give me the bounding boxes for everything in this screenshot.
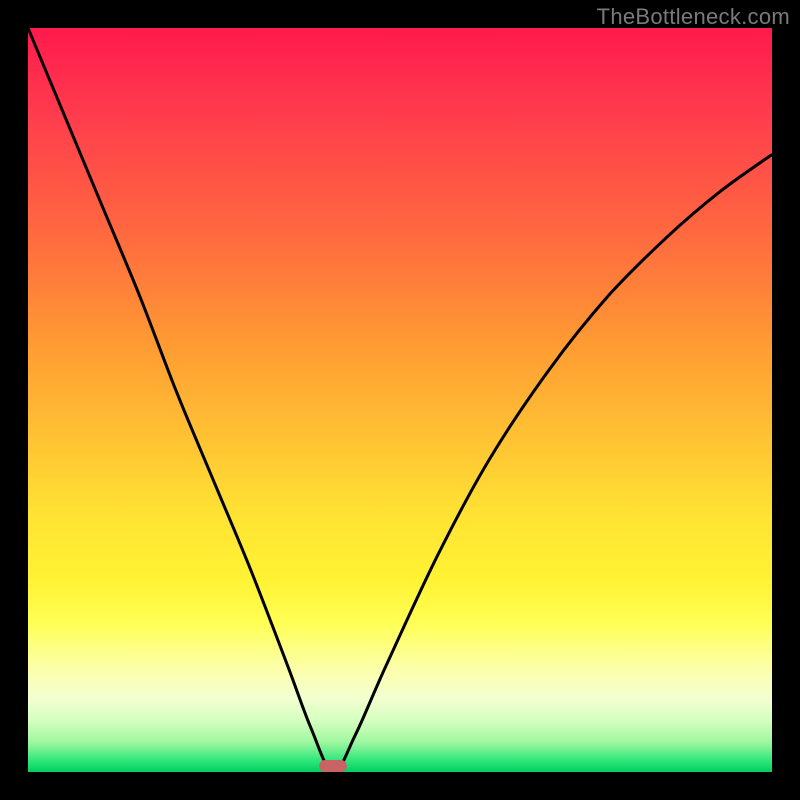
chart-frame: TheBottleneck.com [0,0,800,800]
chart-plot-area [28,28,772,772]
watermark-text: TheBottleneck.com [597,4,790,30]
min-marker [319,760,347,772]
curve-path [28,28,772,772]
bottleneck-curve [28,28,772,772]
